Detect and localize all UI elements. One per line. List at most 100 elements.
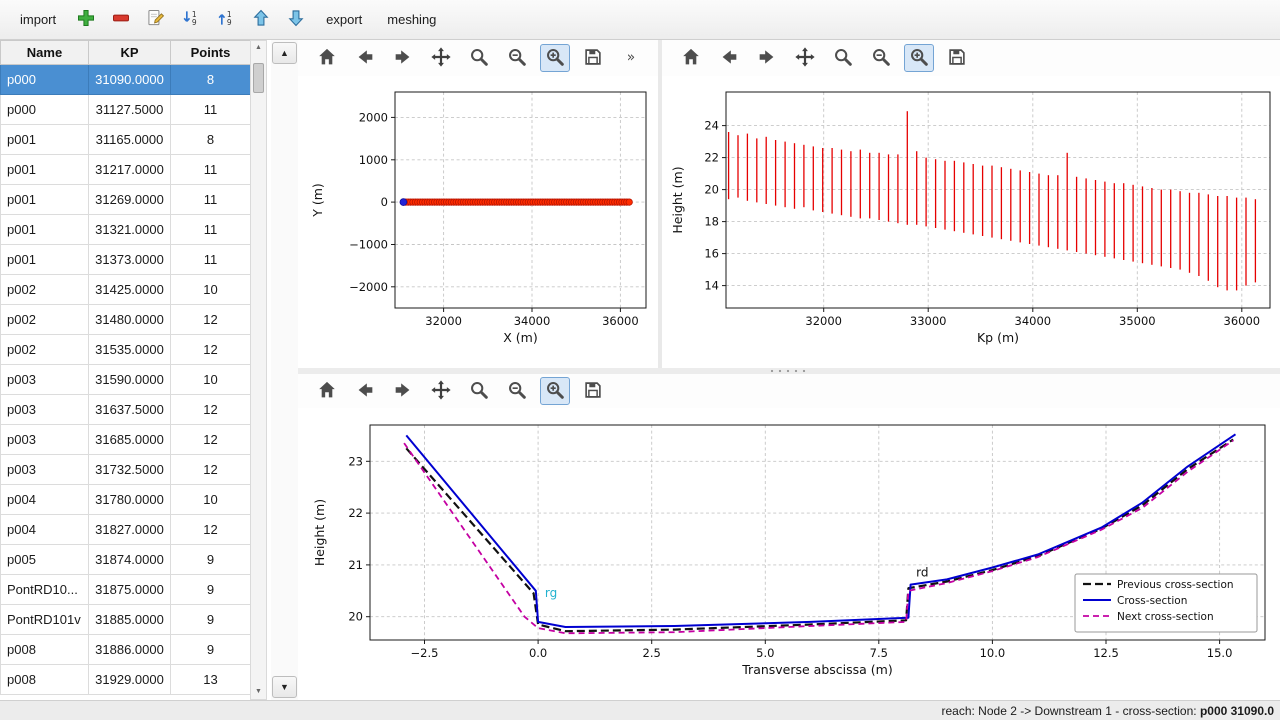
kp-cell[interactable]: 31874.0000 [89,545,171,575]
name-cell[interactable]: PontRD10... [1,575,89,605]
points-cell[interactable]: 13 [171,665,251,695]
points-cell[interactable]: 9 [171,605,251,635]
scroll-down-button[interactable]: ▼ [272,676,297,698]
forward-button[interactable] [388,44,418,72]
kp-cell[interactable]: 31321.0000 [89,215,171,245]
kp-cell[interactable]: 31929.0000 [89,665,171,695]
table-row[interactable]: p00331685.000012 [1,425,251,455]
name-cell[interactable]: p002 [1,275,89,305]
kp-cell[interactable]: 31637.5000 [89,395,171,425]
points-cell[interactable]: 9 [171,575,251,605]
save-button[interactable] [578,44,608,72]
name-cell[interactable]: p002 [1,335,89,365]
zoom-out-button[interactable] [502,44,532,72]
name-cell[interactable]: p001 [1,155,89,185]
kp-cell[interactable]: 31269.0000 [89,185,171,215]
cross-section-plot[interactable]: −2.50.02.55.07.510.012.515.020212223Tran… [298,408,1280,700]
home-button[interactable] [676,44,706,72]
back-button[interactable] [714,44,744,72]
name-cell[interactable]: p003 [1,365,89,395]
name-cell[interactable]: p000 [1,65,89,95]
kp-cell[interactable]: 31886.0000 [89,635,171,665]
points-cell[interactable]: 11 [171,245,251,275]
points-cell[interactable]: 11 [171,155,251,185]
points-cell[interactable]: 12 [171,425,251,455]
points-cell[interactable]: 12 [171,335,251,365]
points-cell[interactable]: 11 [171,185,251,215]
name-cell[interactable]: p001 [1,125,89,155]
points-cell[interactable]: 8 [171,125,251,155]
move-down-button[interactable] [281,5,311,35]
name-cell[interactable]: p004 [1,485,89,515]
scroll-down-icon[interactable]: ▼ [251,685,266,699]
table-row[interactable]: p00431780.000010 [1,485,251,515]
zoom-button[interactable] [464,44,494,72]
kp-cell[interactable]: 31090.0000 [89,65,171,95]
cross-section-table[interactable]: NameKPPoints p00031090.00008p00031127.50… [0,40,251,695]
name-cell[interactable]: p003 [1,425,89,455]
scroll-up-button[interactable]: ▲ [272,42,297,64]
zoom-in-button[interactable] [540,44,570,72]
zoom-in-button[interactable] [540,377,570,405]
table-row[interactable]: p00131373.000011 [1,245,251,275]
table-row[interactable]: p00131321.000011 [1,215,251,245]
table-row[interactable]: p00831886.00009 [1,635,251,665]
forward-button[interactable] [388,377,418,405]
kp-cell[interactable]: 31590.0000 [89,365,171,395]
table-scrollbar[interactable]: ▲ ▼ [250,40,267,700]
table-row[interactable]: p00231425.000010 [1,275,251,305]
points-cell[interactable]: 9 [171,635,251,665]
sort-desc-button[interactable]: 19 [176,5,206,35]
points-cell[interactable]: 12 [171,305,251,335]
name-cell[interactable]: p004 [1,515,89,545]
import-button[interactable]: import [10,6,66,33]
panel-scrollbar[interactable]: ▲ ▼ [271,40,298,700]
points-cell[interactable]: 9 [171,545,251,575]
edit-button[interactable] [141,5,171,35]
more-button[interactable]: » [616,44,646,72]
save-button[interactable] [942,44,972,72]
points-cell[interactable]: 8 [171,65,251,95]
table-row[interactable]: PontRD101v31885.00009 [1,605,251,635]
table-row[interactable]: p00531874.00009 [1,545,251,575]
kp-cell[interactable]: 31732.5000 [89,455,171,485]
pan-button[interactable] [790,44,820,72]
name-cell[interactable]: p000 [1,95,89,125]
name-cell[interactable]: p001 [1,245,89,275]
table-row[interactable]: p00231480.000012 [1,305,251,335]
kp-cell[interactable]: 31780.0000 [89,485,171,515]
zoom-out-button[interactable] [502,377,532,405]
scrollbar-thumb[interactable] [253,63,264,93]
name-cell[interactable]: p003 [1,395,89,425]
table-row[interactable]: p00031090.00008 [1,65,251,95]
meshing-button[interactable]: meshing [377,6,446,33]
horizontal-splitter[interactable] [298,368,1280,374]
kp-cell[interactable]: 31127.5000 [89,95,171,125]
export-button[interactable]: export [316,6,372,33]
points-cell[interactable]: 12 [171,455,251,485]
name-cell[interactable]: p001 [1,215,89,245]
table-row[interactable]: p00831929.000013 [1,665,251,695]
name-cell[interactable]: p003 [1,455,89,485]
kp-cell[interactable]: 31217.0000 [89,155,171,185]
home-button[interactable] [312,377,342,405]
name-cell[interactable]: p002 [1,305,89,335]
zoom-button[interactable] [464,377,494,405]
xy-plot[interactable]: 320003400036000−2000−1000010002000X (m)Y… [298,76,658,368]
pan-button[interactable] [426,377,456,405]
table-row[interactable]: p00231535.000012 [1,335,251,365]
points-cell[interactable]: 12 [171,515,251,545]
table-row[interactable]: p00031127.500011 [1,95,251,125]
kp-cell[interactable]: 31425.0000 [89,275,171,305]
table-row[interactable]: p00131165.00008 [1,125,251,155]
name-cell[interactable]: p001 [1,185,89,215]
table-row[interactable]: p00331637.500012 [1,395,251,425]
zoom-button[interactable] [828,44,858,72]
table-row[interactable]: p00431827.000012 [1,515,251,545]
points-cell[interactable]: 12 [171,395,251,425]
name-cell[interactable]: p005 [1,545,89,575]
column-header-points[interactable]: Points [171,41,251,65]
kp-cell[interactable]: 31827.0000 [89,515,171,545]
home-button[interactable] [312,44,342,72]
table-row[interactable]: p00131217.000011 [1,155,251,185]
